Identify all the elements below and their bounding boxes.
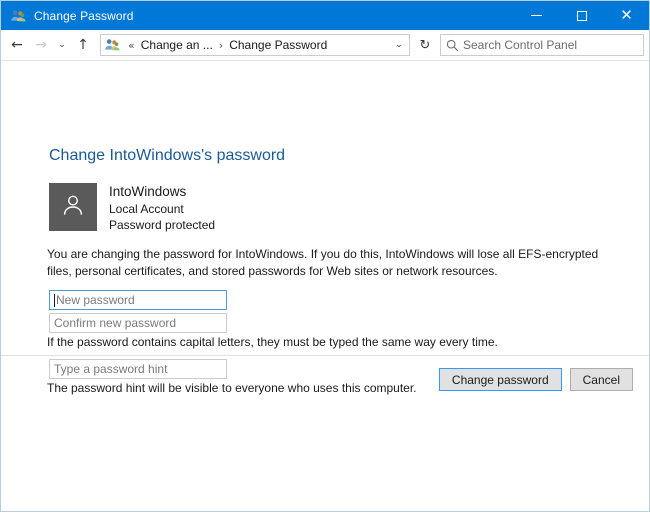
account-name: IntoWindows — [109, 184, 187, 199]
capital-letters-note: If the password contains capital letters… — [47, 335, 498, 349]
user-accounts-icon — [104, 37, 120, 53]
address-bar[interactable]: « Change an ... › Change Password ⌄ — [100, 34, 410, 56]
back-arrow-icon: ← — [11, 37, 23, 53]
up-arrow-icon: ↑ — [77, 37, 89, 53]
refresh-button[interactable]: ↻ — [413, 34, 437, 56]
page-title: Change IntoWindows's password — [49, 147, 286, 164]
window-controls: ✕ — [514, 1, 649, 30]
address-dropdown-button[interactable]: ⌄ — [389, 35, 409, 55]
account-status: Password protected — [109, 218, 216, 232]
confirm-password-field[interactable]: Confirm new password — [49, 313, 227, 333]
forward-arrow-icon: → — [35, 37, 47, 53]
warning-text: You are changing the password for IntoWi… — [47, 247, 599, 278]
confirm-password-placeholder: Confirm new password — [54, 316, 177, 330]
breadcrumb-change-an[interactable]: Change an ... — [139, 38, 215, 52]
up-one-level-button[interactable]: ↑ — [71, 33, 95, 57]
breadcrumb-separator: › — [218, 38, 224, 52]
password-hint-placeholder: Type a password hint — [54, 362, 168, 376]
breadcrumb-overflow[interactable]: « — [124, 39, 139, 52]
minimize-icon — [531, 15, 542, 16]
new-password-placeholder: New password — [56, 293, 135, 307]
back-button[interactable]: ← — [5, 33, 29, 57]
chevron-down-icon: ⌄ — [395, 40, 403, 50]
change-password-window: Change Password ✕ ← → ⌄ ↑ « Change an ..… — [0, 0, 650, 512]
new-password-field[interactable]: New password — [49, 290, 227, 310]
footer-buttons: Change password Cancel — [438, 368, 633, 391]
breadcrumb-change-password[interactable]: Change Password — [227, 38, 329, 52]
text-caret — [54, 293, 55, 307]
navigation-bar: ← → ⌄ ↑ « Change an ... › Change Passwor… — [1, 30, 649, 60]
search-input[interactable]: Search Control Panel — [440, 34, 644, 56]
cancel-button[interactable]: Cancel — [569, 368, 633, 391]
window-title: Change Password — [34, 8, 134, 23]
maximize-icon — [576, 10, 587, 21]
account-type: Local Account — [109, 202, 184, 216]
refresh-icon: ↻ — [419, 37, 431, 53]
recent-locations-button[interactable]: ⌄ — [53, 33, 71, 57]
account-details: IntoWindows Local Account Password prote… — [109, 183, 215, 233]
close-icon: ✕ — [620, 6, 633, 24]
change-password-button[interactable]: Change password — [438, 368, 562, 391]
maximize-button[interactable] — [559, 1, 604, 30]
password-hint-note: The password hint will be visible to eve… — [47, 381, 417, 395]
close-button[interactable]: ✕ — [604, 1, 649, 30]
minimize-button[interactable] — [514, 1, 559, 30]
forward-button[interactable]: → — [29, 33, 53, 57]
title-bar: Change Password ✕ — [1, 1, 649, 30]
content-area: Change IntoWindows's password IntoWindow… — [1, 61, 649, 511]
person-icon — [60, 192, 86, 223]
search-placeholder: Search Control Panel — [463, 38, 578, 52]
account-summary: IntoWindows Local Account Password prote… — [49, 183, 215, 233]
search-icon — [441, 39, 463, 52]
user-accounts-icon — [10, 8, 26, 24]
chevron-down-icon: ⌄ — [58, 40, 66, 50]
avatar — [49, 183, 97, 231]
password-hint-field[interactable]: Type a password hint — [49, 359, 227, 379]
footer-divider — [1, 355, 649, 356]
